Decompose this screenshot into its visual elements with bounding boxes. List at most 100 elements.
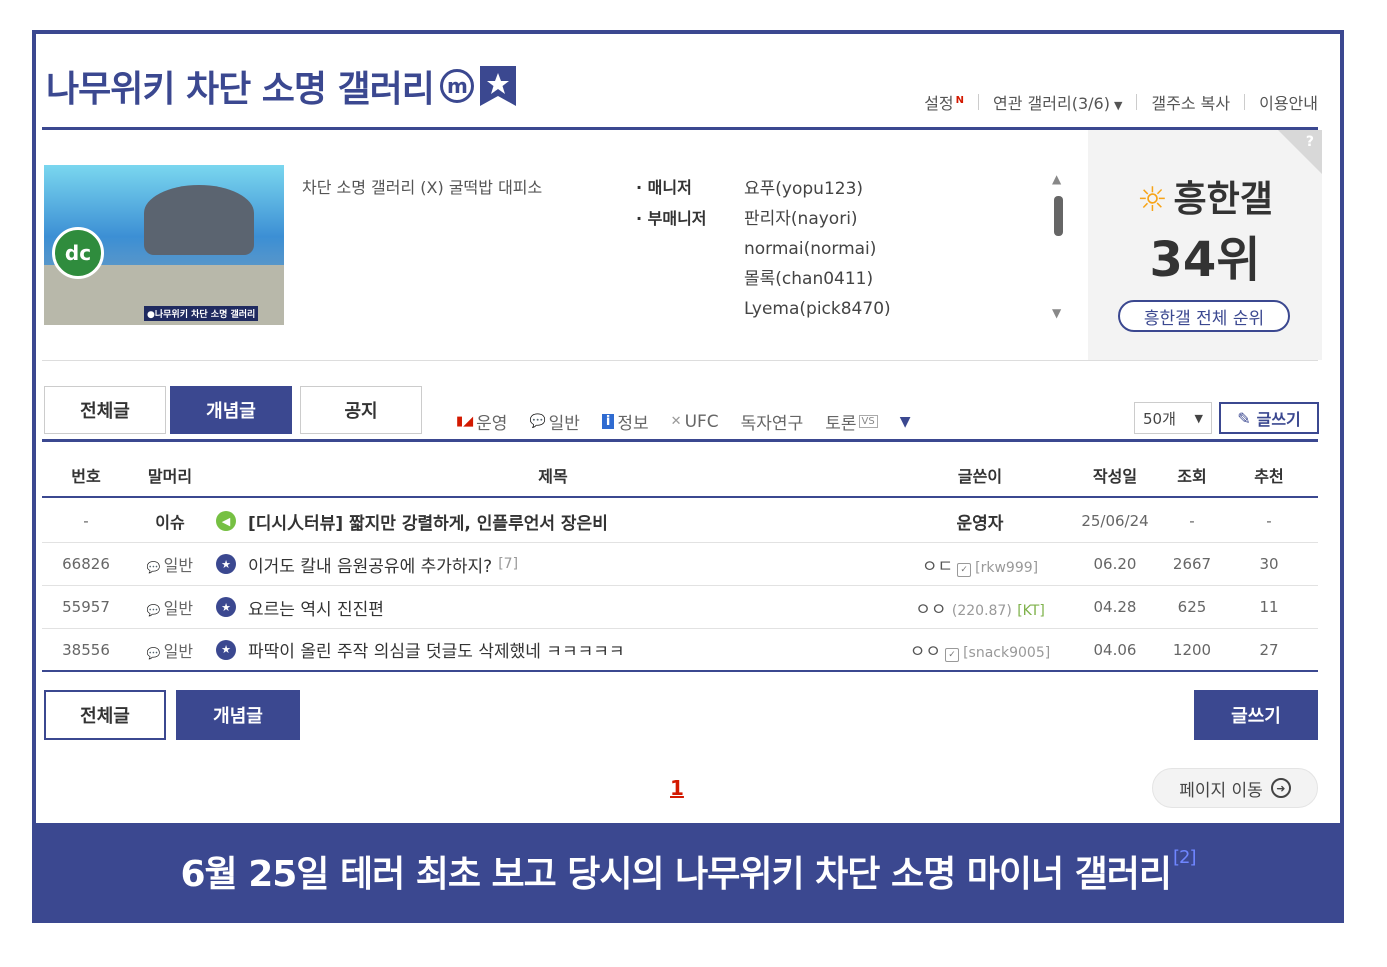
speech-bubble-icon: 💬 <box>529 414 546 429</box>
tab-all-posts[interactable]: 전체글 <box>44 386 166 434</box>
gallery-title-text: 나무위키 차단 소명 갤러리 <box>46 69 435 110</box>
head-label: 정보 <box>617 414 649 434</box>
copy-address-link[interactable]: 갤주소 복사 <box>1151 90 1230 114</box>
concept-star-icon: ★ <box>216 554 236 574</box>
dc-logo-icon: dc <box>52 227 104 279</box>
all-posts-button[interactable]: 전체글 <box>44 690 166 740</box>
screenshot-frame: 나무위키 차단 소명 갤러리 m 설정 N 연관 갤러리(3/6) ▼ 갤주소 복사… <box>32 30 1344 923</box>
post-date: 25/06/24 <box>1081 512 1149 530</box>
fixed-nick-icon: ✓ <box>957 562 972 577</box>
scroll-down-icon[interactable]: ▼ <box>1052 306 1061 320</box>
more-heads-icon[interactable]: ▼ <box>900 414 911 430</box>
write-button[interactable]: ✎ 글쓰기 <box>1219 402 1319 434</box>
head-filter-general[interactable]: 💬 일반 <box>529 409 579 434</box>
rank-value: 34위 <box>1149 232 1261 288</box>
manager-name[interactable]: Lyema(pick8470) <box>744 294 891 324</box>
post-writer[interactable]: ㅇㄷ ✓ [rkw999] <box>890 552 1070 577</box>
footnote-link[interactable]: [2] <box>1173 847 1196 868</box>
head-filter-ufc[interactable]: ✕ UFC <box>671 412 719 432</box>
post-recommend: 27 <box>1259 640 1279 659</box>
post-head-text: 일반 <box>163 556 194 575</box>
table-row[interactable]: - 이슈 ◀ [디시人터뷰] 짧지만 강렬하게, 인플루언서 장은비 운영자 2… <box>42 500 1318 543</box>
comment-count[interactable]: [7] <box>498 556 518 572</box>
minor-gallery-badge: m <box>439 69 474 103</box>
post-title[interactable]: ★ 이거도 칼내 음원공유에 추가하지? [7] <box>210 552 890 577</box>
col-recommend: 추천 <box>1254 467 1284 486</box>
table-row[interactable]: 38556 💬 일반 ★ 파딱이 올린 주작 의심글 덧글도 삭제했네 ㅋㅋㅋㅋㅋ… <box>42 629 1318 672</box>
writer-nick: ㅇㅇ <box>915 599 947 620</box>
post-writer[interactable]: 운영자 <box>890 509 1070 534</box>
post-writer[interactable]: ㅇㅇ (220.87) [KT] <box>890 595 1070 620</box>
flag-icon: ▮◢ <box>456 414 474 429</box>
table-row[interactable]: 66826 💬 일반 ★ 이거도 칼내 음원공유에 추가하지? [7] ㅇㄷ ✓ [r… <box>42 543 1318 586</box>
guide-link[interactable]: 이용안내 <box>1259 90 1318 114</box>
post-title[interactable]: ★ 파딱이 올린 주작 의심글 덧글도 삭제했네 ㅋㅋㅋㅋㅋ <box>210 637 890 662</box>
pencil-icon: ✎ <box>1237 408 1251 428</box>
scrollbar-thumb[interactable] <box>1054 196 1063 236</box>
top-links: 설정 N 연관 갤러리(3/6) ▼ 갤주소 복사 이용안내 <box>924 90 1318 114</box>
head-filter-debate[interactable]: 토론 VS <box>825 409 878 434</box>
head-label: 운영 <box>476 414 508 434</box>
post-writer[interactable]: ㅇㅇ ✓ [snack9005] <box>890 637 1070 662</box>
help-corner[interactable] <box>1278 130 1322 174</box>
page-link-current[interactable]: 1 <box>670 776 684 800</box>
list-header: 번호 말머리 제목 글쓴이 작성일 조회 추천 <box>42 454 1318 498</box>
post-title-text: 이거도 칼내 음원공유에 추가하지? <box>248 556 493 577</box>
writer-isp: [KT] <box>1017 602 1045 619</box>
post-title[interactable]: ★ 요르는 역시 진진편 <box>210 595 890 620</box>
post-head: 💬 일반 <box>130 638 210 662</box>
caption-banner: 6월 25일 테러 최초 보고 당시의 나무위키 차단 소명 마이너 갤러리 [… <box>36 823 1340 919</box>
table-row[interactable]: 55957 💬 일반 ★ 요르는 역시 진진편 ㅇㅇ (220.87) [KT] … <box>42 586 1318 629</box>
head-filter-operation[interactable]: ▮◢ 운영 <box>456 409 507 434</box>
post-head-text: 일반 <box>163 599 194 618</box>
post-recommend: - <box>1266 512 1272 530</box>
fixed-nick-icon: ✓ <box>945 648 960 662</box>
manager-name[interactable]: 몰록(chan0411) <box>744 264 891 294</box>
col-date: 작성일 <box>1092 467 1138 486</box>
page-jump-button[interactable]: 페이지 이동 ➜ <box>1152 768 1318 808</box>
writer-ip: (220.87) <box>951 602 1012 619</box>
bookmark-star-icon[interactable] <box>479 66 516 106</box>
per-page-value: 50개 <box>1143 409 1176 428</box>
post-number: - <box>83 512 89 530</box>
speech-bubble-icon: 💬 <box>146 604 161 617</box>
manager-name[interactable]: normai(normai) <box>744 234 891 264</box>
new-badge: N <box>955 95 965 106</box>
page-jump-label: 페이지 이동 <box>1179 780 1263 801</box>
post-date: 04.28 <box>1093 598 1137 616</box>
head-filter-info[interactable]: i 정보 <box>601 409 649 434</box>
tab-concept-posts[interactable]: 개념글 <box>170 386 292 434</box>
writer-id: [snack9005] <box>963 645 1051 661</box>
tab-notice[interactable]: 공지 <box>300 386 422 434</box>
speech-bubble-icon: 💬 <box>146 561 161 574</box>
concept-posts-button[interactable]: 개념글 <box>176 690 300 740</box>
manager-name[interactable]: 판리자(nayori) <box>744 204 891 234</box>
post-head: 💬 일반 <box>130 552 210 576</box>
concept-star-icon: ★ <box>216 597 236 617</box>
post-number: 55957 <box>62 598 110 616</box>
manager-name[interactable]: 요푸(yopu123) <box>744 174 891 204</box>
settings-link[interactable]: 설정 N <box>924 90 964 114</box>
caret-down-icon: ▼ <box>1194 411 1203 425</box>
list-top-rule <box>42 439 1318 442</box>
scroll-up-icon[interactable]: ▲ <box>1052 172 1061 186</box>
speaker-icon: ◀ <box>216 511 236 531</box>
caption-text: 6월 25일 테러 최초 보고 당시의 나무위키 차단 소명 마이너 갤러리 <box>180 854 1172 895</box>
head-filter-research[interactable]: 독자연구 <box>741 409 804 434</box>
ufc-icon: ✕ <box>670 414 682 429</box>
post-title[interactable]: ◀ [디시人터뷰] 짧지만 강렬하게, 인플루언서 장은비 <box>210 509 890 534</box>
related-gallery-label: 연관 갤러리(3/6) <box>993 94 1110 113</box>
rank-title-text: 흥한갤 <box>1173 179 1273 220</box>
related-gallery-link[interactable]: 연관 갤러리(3/6) ▼ <box>993 90 1122 114</box>
help-icon[interactable]: ? <box>1306 134 1314 150</box>
post-views: 2667 <box>1172 555 1212 573</box>
speech-bubble-icon: 💬 <box>146 646 161 660</box>
info-divider <box>42 360 1318 361</box>
settings-label: 설정 <box>924 94 954 113</box>
post-head-text: 일반 <box>163 641 194 661</box>
full-rank-button[interactable]: 흥한갤 전체 순위 <box>1118 300 1290 332</box>
col-number: 번호 <box>71 467 101 486</box>
write-button-bottom[interactable]: 글쓰기 <box>1194 690 1318 740</box>
per-page-select[interactable]: 50개 ▼ <box>1134 402 1212 434</box>
gallery-title[interactable]: 나무위키 차단 소명 갤러리 m <box>46 60 516 112</box>
